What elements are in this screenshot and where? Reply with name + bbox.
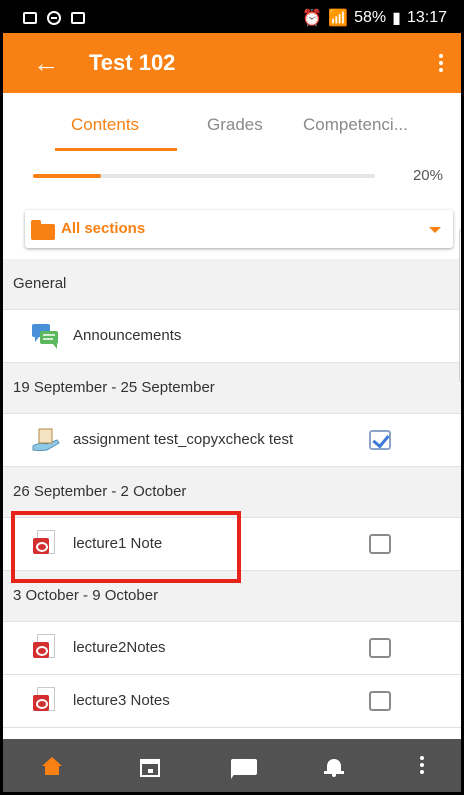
list-item-assignment[interactable]: assignment test_copyxcheck test [3,414,461,467]
app-frame: ⏰ 📶 58% ▮ 13:17 ← Test 102 Contents Grad… [0,0,464,795]
pdf-icon [33,687,57,715]
alarm-icon: ⏰ [302,10,323,27]
completion-checkbox[interactable] [369,638,391,658]
forum-icon [31,322,59,350]
assignment-icon [31,426,60,454]
home-icon[interactable] [37,753,67,781]
active-tab-indicator [55,148,177,151]
pdf-icon [33,634,57,662]
course-progress-label: 20% [412,167,443,184]
list-item-label: assignment test_copyxcheck test [73,431,294,448]
section-header: General [3,259,461,310]
tab-contents[interactable]: Contents [71,115,139,135]
section-title: 19 September - 25 September [13,379,215,396]
folder-icon [31,220,55,240]
course-progress-fill [33,174,102,178]
page-title: Test 102 [89,50,176,75]
section-title: 3 October - 9 October [13,587,159,604]
wifi-signal-icon: 📶 [328,10,349,27]
scrollbar[interactable] [459,228,461,383]
messages-icon[interactable] [229,753,259,781]
gallery-notification-icon [23,12,37,24]
section-title: 26 September - 2 October [13,483,187,500]
calendar-icon[interactable] [136,753,166,781]
tab-bar: Contents Grades Competenci... [3,93,461,155]
course-contents-list: General Announcements 19 September - 25 … [3,259,461,728]
completion-checkbox[interactable] [369,534,391,554]
checkbox-notification-icon [71,12,85,24]
list-item-announcements[interactable]: Announcements [3,310,461,363]
status-bar: ⏰ 📶 58% ▮ 13:17 [3,3,461,33]
completion-checkbox[interactable] [369,430,391,450]
list-item-label: lecture3 Notes [73,692,170,709]
notifications-bell-icon[interactable] [319,753,349,781]
battery-icon: ▮ [392,10,401,27]
list-item-lecture3[interactable]: lecture3 Notes [3,675,461,728]
status-right: ⏰ 📶 58% ▮ 13:17 [302,8,447,28]
status-left-icons [23,11,85,25]
back-arrow-icon[interactable]: ← [33,50,73,76]
do-not-disturb-icon [47,11,61,25]
section-selector[interactable]: All sections [25,210,453,248]
bottom-navigation [3,739,461,792]
dropdown-arrow-icon [429,227,441,233]
battery-percent: 58% [354,9,387,26]
more-menu-icon[interactable] [407,753,437,781]
course-progress-bar [33,174,375,178]
clock: 13:17 [406,9,447,26]
list-item-lecture2[interactable]: lecture2Notes [3,622,461,675]
list-item-label: Announcements [73,327,182,344]
list-item-label: lecture2Notes [73,639,166,656]
section-title: General [13,275,67,292]
completion-checkbox[interactable] [369,691,391,711]
overflow-menu-icon[interactable] [421,54,461,72]
section-selector-label: All sections [61,220,146,237]
tab-competencies[interactable]: Competenci... [303,115,408,135]
app-bar: ← Test 102 [3,33,461,93]
highlight-box [11,511,241,583]
tab-grades[interactable]: Grades [207,115,263,135]
section-header: 19 September - 25 September [3,363,461,414]
